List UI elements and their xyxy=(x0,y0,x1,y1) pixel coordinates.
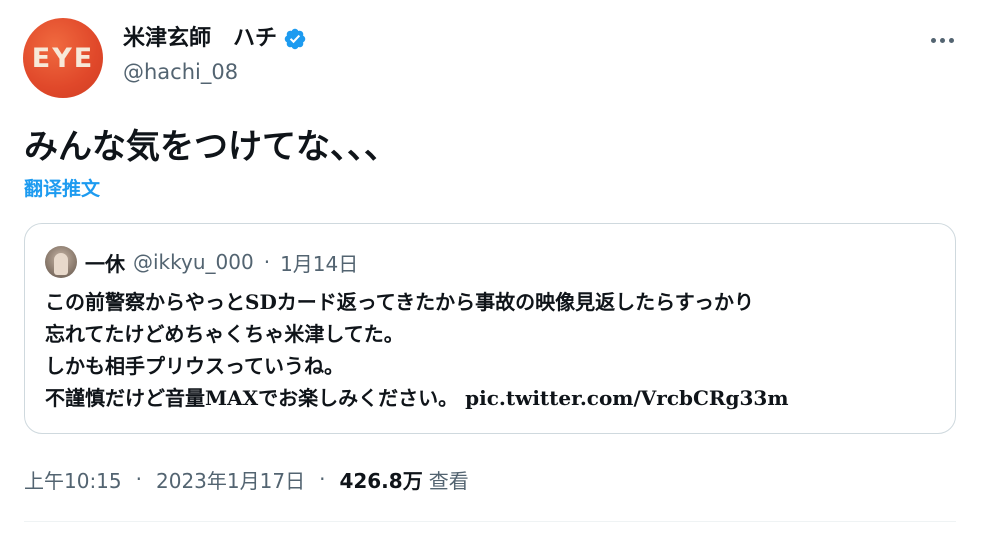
views-count: 426.8万 xyxy=(339,468,423,493)
author-avatar[interactable]: EYE xyxy=(23,18,103,98)
author-display-name[interactable]: 米津玄師 ハチ xyxy=(123,24,307,54)
verified-badge-icon xyxy=(284,28,306,50)
views-label: 查看 xyxy=(428,468,469,493)
quoted-author-name: 一休 xyxy=(85,251,125,276)
meta-separator: · xyxy=(319,467,326,491)
quoted-text-line: 忘れてたけどめちゃくちゃ米津してた。 xyxy=(45,322,404,346)
divider xyxy=(24,521,956,522)
quoted-text-line: 不謹慎だけど音量MAXでお楽しみください。 pic.twitter.com/Vr… xyxy=(45,386,789,410)
more-dot xyxy=(939,37,945,43)
tweet-meta-row: 上午10:15 · 2023年1月17日 · 426.8万 查看 xyxy=(24,464,469,494)
quoted-text-line: この前警察からやっとSDカード返ってきたから事故の映像見返したらすっかり xyxy=(45,290,754,314)
meta-separator: · xyxy=(135,467,142,491)
avatar-logo-text: EYE xyxy=(31,42,95,74)
tweet-time[interactable]: 上午10:15 xyxy=(24,465,122,494)
more-options-icon[interactable] xyxy=(924,26,960,54)
author-name-text: 米津玄師 ハチ xyxy=(123,26,278,51)
tweet-date[interactable]: 2023年1月17日 xyxy=(156,465,305,494)
more-dot xyxy=(948,37,954,43)
author-handle[interactable]: @hachi_08 xyxy=(123,58,238,86)
more-dot xyxy=(930,37,936,43)
quoted-tweet-header: 一休 @ikkyu_000 · 1月14日 xyxy=(45,246,358,278)
translate-tweet-link[interactable]: 翻译推文 xyxy=(24,176,100,202)
quoted-meta-separator: · xyxy=(263,250,271,274)
quoted-tweet-text: この前警察からやっとSDカード返ってきたから事故の映像見返したらすっかり 忘れて… xyxy=(45,286,945,414)
quoted-author-avatar xyxy=(45,246,77,278)
tweet-text: みんな気をつけてな、、、 xyxy=(24,127,398,167)
quoted-text-line: しかも相手プリウスっていうね。 xyxy=(45,354,344,378)
quoted-tweet-card[interactable]: 一休 @ikkyu_000 · 1月14日 この前警察からやっとSDカード返って… xyxy=(24,223,956,434)
quoted-author-handle: @ikkyu_000 xyxy=(133,250,254,274)
quoted-tweet-date: 1月14日 xyxy=(280,251,359,276)
